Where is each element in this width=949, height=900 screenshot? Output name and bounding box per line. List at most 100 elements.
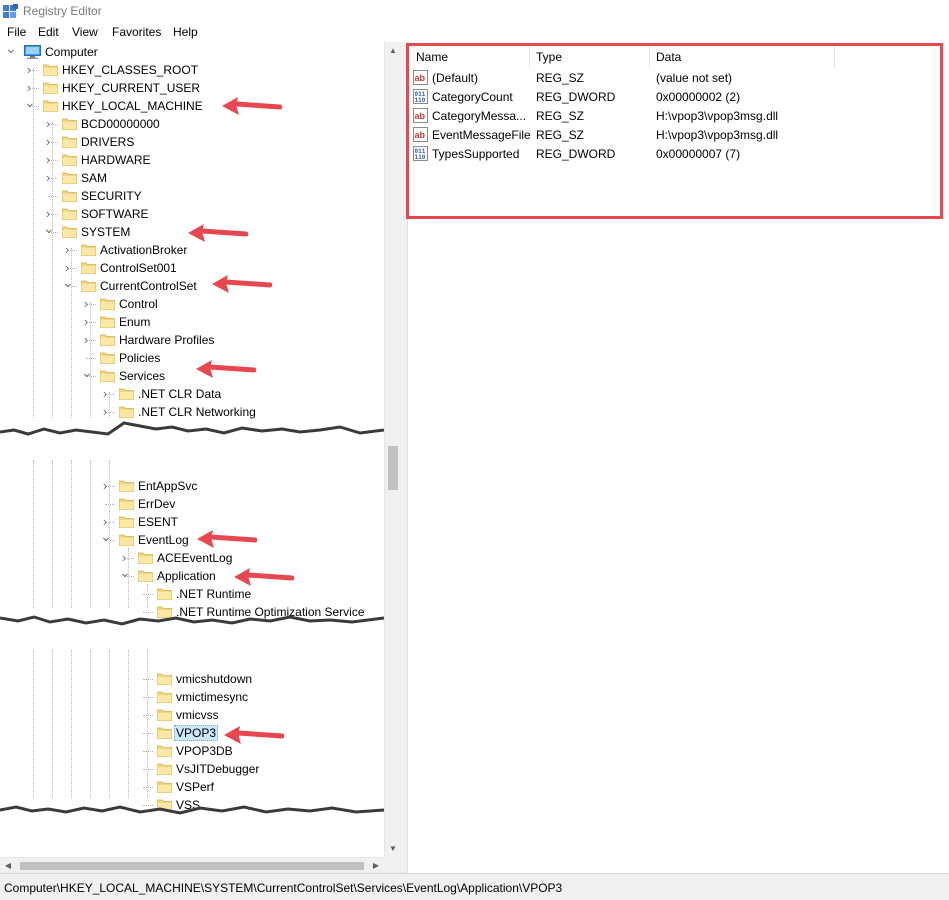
folder-icon <box>157 745 172 757</box>
folder-icon <box>100 352 115 364</box>
chevron-right-icon[interactable]: › <box>24 81 34 94</box>
chevron-right-icon[interactable]: › <box>43 171 53 184</box>
chevron-right-icon[interactable]: › <box>62 243 72 256</box>
tree-node[interactable]: › ESENT <box>0 513 384 531</box>
scroll-up-icon[interactable]: ▲ <box>385 42 401 59</box>
chevron-right-icon[interactable]: › <box>81 297 91 310</box>
folder-icon <box>81 280 96 292</box>
tree-node[interactable]: › Enum <box>0 313 384 331</box>
tree-node[interactable]: › SOFTWARE <box>0 205 384 223</box>
folder-icon <box>119 534 134 546</box>
chevron-down-icon[interactable]: ⌄ <box>100 529 112 543</box>
tree-node[interactable]: vmictimesync <box>0 688 384 706</box>
tree-horizontal-scrollbar[interactable]: ◀ ▶ <box>0 857 384 873</box>
torn-edge-divider <box>0 805 384 846</box>
chevron-right-icon[interactable]: › <box>43 117 53 130</box>
menu-favorites[interactable]: Favorites <box>112 25 161 39</box>
tree-node-label: HKEY_LOCAL_MACHINE <box>62 99 203 113</box>
computer-icon <box>24 45 41 59</box>
tree-node[interactable]: ⌄ Computer <box>0 42 384 61</box>
folder-icon <box>43 82 58 94</box>
tree-node-label: EventLog <box>138 533 189 547</box>
tree-node[interactable]: ⌄ Application <box>0 565 384 585</box>
folder-icon <box>43 100 58 112</box>
tree-guide-line <box>143 697 153 698</box>
chevron-down-icon[interactable]: ⌄ <box>62 275 74 289</box>
tree-node[interactable]: SECURITY <box>0 187 384 205</box>
annotation-arrow-icon <box>212 275 272 293</box>
chevron-right-icon[interactable]: › <box>100 405 110 418</box>
tree-node-label: Hardware Profiles <box>119 333 215 347</box>
tree-node[interactable]: › HARDWARE <box>0 151 384 169</box>
chevron-right-icon[interactable]: › <box>100 479 110 492</box>
chevron-down-icon[interactable]: ⌄ <box>43 221 55 235</box>
tree-node[interactable]: › HKEY_CLASSES_ROOT <box>0 61 384 79</box>
tree-node[interactable]: › SAM <box>0 169 384 187</box>
chevron-right-icon[interactable]: › <box>100 387 110 400</box>
tree-node[interactable]: ⌄ EventLog <box>0 529 384 549</box>
tree-node[interactable]: ErrDev <box>0 495 384 513</box>
tree-node[interactable]: › ACEEventLog <box>0 549 384 567</box>
torn-edge-divider <box>0 615 384 650</box>
menu-file[interactable]: File <box>7 25 26 39</box>
chevron-right-icon[interactable]: › <box>100 515 110 528</box>
tree-node[interactable]: ⌄ CurrentControlSet <box>0 275 384 295</box>
tree-node-label: CurrentControlSet <box>100 279 197 293</box>
tree-node[interactable]: VPOP3DB <box>0 742 384 760</box>
tree-node[interactable]: › BCD00000000 <box>0 115 384 133</box>
status-bar: Computer\HKEY_LOCAL_MACHINE\SYSTEM\Curre… <box>0 873 949 900</box>
tree-node[interactable]: › .NET CLR Data <box>0 385 384 403</box>
tree-node-label: VPOP3DB <box>176 744 233 758</box>
folder-icon <box>157 588 172 600</box>
chevron-down-icon[interactable]: ⌄ <box>5 42 17 55</box>
chevron-right-icon[interactable]: › <box>43 135 53 148</box>
folder-icon <box>157 673 172 685</box>
annotation-arrow-icon <box>234 568 294 586</box>
tree-node[interactable]: › Control <box>0 295 384 313</box>
menu-view[interactable]: View <box>72 25 98 39</box>
tree-node[interactable]: › ControlSet001 <box>0 259 384 277</box>
tree-node[interactable]: VPOP3 <box>0 724 384 742</box>
chevron-right-icon[interactable]: › <box>81 333 91 346</box>
folder-icon <box>157 691 172 703</box>
tree-node-label: Control <box>119 297 158 311</box>
tree-node[interactable]: › HKEY_CURRENT_USER <box>0 79 384 97</box>
tree-node-label: SAM <box>81 171 108 185</box>
horizontal-scroll-thumb[interactable] <box>20 862 364 870</box>
status-key-path: Computer\HKEY_LOCAL_MACHINE\SYSTEM\Curre… <box>4 881 563 895</box>
tree-node[interactable]: › DRIVERS <box>0 133 384 151</box>
tree-node[interactable]: vmicvss <box>0 706 384 724</box>
tree-node[interactable]: ⌄ Services <box>0 365 384 385</box>
chevron-down-icon[interactable]: ⌄ <box>24 95 36 109</box>
chevron-right-icon[interactable]: › <box>62 261 72 274</box>
tree-node-label: HARDWARE <box>81 153 151 167</box>
chevron-down-icon[interactable]: ⌄ <box>119 565 131 579</box>
chevron-right-icon[interactable]: › <box>43 153 53 166</box>
vertical-scroll-thumb[interactable] <box>388 446 398 490</box>
scroll-right-icon[interactable]: ▶ <box>368 858 384 874</box>
scroll-down-icon[interactable]: ▼ <box>385 840 401 857</box>
chevron-down-icon[interactable]: ⌄ <box>81 365 93 379</box>
chevron-right-icon[interactable]: › <box>81 315 91 328</box>
tree-node[interactable]: .NET Runtime <box>0 585 384 603</box>
tree-node[interactable]: › Hardware Profiles <box>0 331 384 349</box>
annotation-arrow-icon <box>222 97 282 115</box>
registry-tree[interactable]: ⌄ Computer › HKEY_CLASSES_ROOT › HKEY_CURRENT… <box>0 42 401 873</box>
tree-node-label: VsJITDebugger <box>176 762 260 776</box>
tree-node[interactable]: VsJITDebugger <box>0 760 384 778</box>
scroll-left-icon[interactable]: ◀ <box>0 858 16 874</box>
tree-node[interactable]: vmicshutdown <box>0 670 384 688</box>
tree-node-label: vmicshutdown <box>176 672 253 686</box>
tree-node[interactable]: Policies <box>0 349 384 367</box>
chevron-right-icon[interactable]: › <box>43 207 53 220</box>
chevron-right-icon[interactable]: › <box>119 551 129 564</box>
tree-node[interactable]: › EntAppSvc <box>0 477 384 495</box>
scroll-corner <box>384 857 401 873</box>
tree-vertical-scrollbar[interactable]: ▲ ▼ <box>384 42 401 857</box>
chevron-right-icon[interactable]: › <box>24 63 34 76</box>
menu-edit[interactable]: Edit <box>38 25 59 39</box>
tree-node[interactable]: ⌄ HKEY_LOCAL_MACHINE <box>0 95 384 115</box>
torn-edge-divider <box>0 421 384 460</box>
menu-help[interactable]: Help <box>173 25 198 39</box>
tree-node[interactable]: VSPerf <box>0 778 384 796</box>
